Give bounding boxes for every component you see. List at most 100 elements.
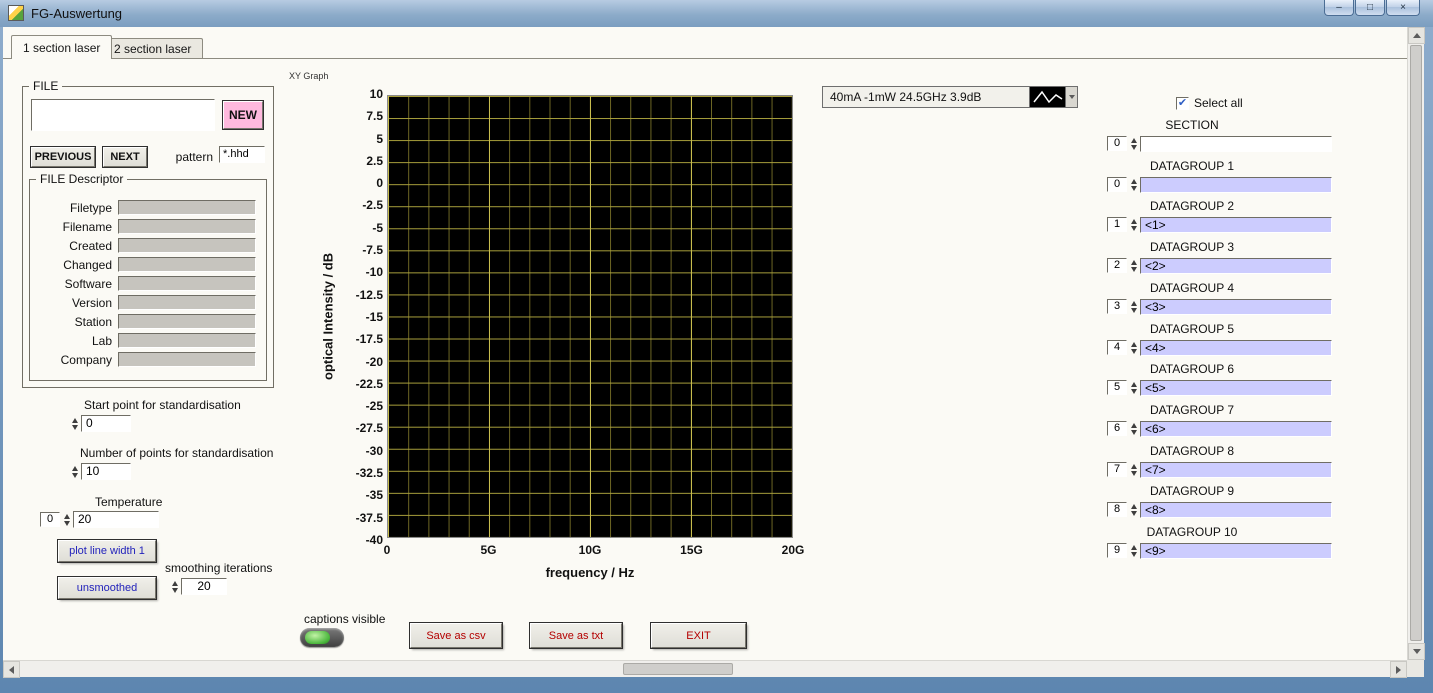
datagroup-field[interactable]: <7> [1140,461,1332,478]
y-tick-label: -27.5 [355,421,383,436]
temperature-value[interactable]: 20 [73,511,159,528]
next-file-button[interactable]: NEXT [103,147,147,167]
minimize-icon: – [1336,1,1342,13]
check-icon: ✔ [1177,97,1188,109]
descriptor-row: Created [38,236,266,255]
descriptor-field-label: Lab [91,333,112,348]
group-index[interactable]: 0 [1107,177,1127,192]
group-spinner[interactable] [1129,341,1138,354]
captions-visible-led[interactable] [300,628,344,647]
tab-divider [3,58,1407,59]
descriptor-field-label: Company [60,352,112,367]
group-spinner[interactable] [1129,137,1138,150]
legend-dropdown-icon[interactable] [1066,86,1078,108]
vertical-scrollbar[interactable] [1407,27,1425,660]
descriptor-field-label: Station [74,314,112,329]
datagroup-field[interactable]: <9> [1140,542,1332,559]
group-spinner[interactable] [1129,463,1138,476]
plot-line-style-icon[interactable] [1030,86,1066,108]
datagroup-field[interactable]: <6> [1140,420,1332,437]
group-index[interactable]: 2 [1107,258,1127,273]
group-index[interactable]: 7 [1107,462,1127,477]
select-all-checkbox[interactable]: ✔ [1176,97,1189,110]
new-file-button[interactable]: NEW [223,101,263,129]
group-spinner[interactable] [1129,422,1138,435]
group-spinner[interactable] [1129,259,1138,272]
group-index[interactable]: 0 [1107,136,1127,151]
x-tick-label: 15G [680,543,703,557]
maximize-icon: □ [1366,1,1374,13]
descriptor-field-value [118,314,256,329]
datagroup-5: DATAGROUP 5 4 <4> [1107,322,1339,356]
group-index[interactable]: 1 [1107,217,1127,232]
y-tick-label: -32.5 [355,466,383,481]
plot-line-width-button[interactable]: plot line width 1 [58,540,156,562]
smoothing-iterations-control: 20 [168,578,227,595]
plot-legend-text[interactable]: 40mA -1mW 24.5GHz 3.9dB [822,86,1030,108]
window-title: FG-Auswertung [31,6,123,21]
smoothing-iterations-value[interactable]: 20 [181,578,227,595]
datagroup-field[interactable]: <8> [1140,501,1332,518]
horizontal-scrollbar[interactable] [3,660,1407,678]
descriptor-field-value [118,333,256,348]
close-button[interactable]: × [1386,0,1420,16]
vertical-scroll-thumb[interactable] [1410,45,1422,641]
exit-button[interactable]: EXIT [651,623,746,648]
descriptor-row: Changed [38,255,266,274]
group-label: DATAGROUP 7 [1149,403,1235,417]
titlebar[interactable]: FG-Auswertung – □ × [0,0,1433,27]
num-points-value[interactable]: 10 [81,463,131,480]
start-point-value[interactable]: 0 [81,415,131,432]
temperature-spinner[interactable] [62,513,71,526]
close-icon: × [1400,1,1406,13]
temperature-index[interactable]: 0 [40,512,60,527]
group-spinner[interactable] [1129,178,1138,191]
file-path-input[interactable] [31,99,215,131]
descriptor-row: Lab [38,331,266,350]
scrollbar-corner [1407,660,1424,677]
descriptor-field-value [118,295,256,310]
scroll-right-button[interactable] [1390,661,1407,678]
datagroup-field[interactable]: <1> [1140,216,1332,233]
group-index[interactable]: 5 [1107,380,1127,395]
maximize-button[interactable]: □ [1355,0,1385,16]
group-label: SECTION [1165,118,1219,132]
group-index[interactable]: 4 [1107,340,1127,355]
group-label: DATAGROUP 9 [1149,484,1235,498]
group-index[interactable]: 6 [1107,421,1127,436]
datagroup-field[interactable] [1140,176,1332,193]
smoothing-spinner[interactable] [170,580,179,593]
pattern-input[interactable]: *.hhd [219,146,265,163]
save-as-csv-button[interactable]: Save as csv [410,623,502,648]
scroll-up-button[interactable] [1408,27,1425,44]
group-spinner[interactable] [1129,544,1138,557]
group-spinner[interactable] [1129,381,1138,394]
section-field[interactable] [1140,135,1332,152]
previous-file-button[interactable]: PREVIOUS [31,147,95,167]
smoothing-iterations-label: smoothing iterations [165,561,273,575]
group-spinner[interactable] [1129,218,1138,231]
group-index[interactable]: 8 [1107,502,1127,517]
datagroup-field[interactable]: <3> [1140,298,1332,315]
datagroup-field[interactable]: <2> [1140,257,1332,274]
plot-legend[interactable]: 40mA -1mW 24.5GHz 3.9dB [822,86,1078,108]
num-points-spinner[interactable] [70,465,79,478]
file-descriptor-label: FILE Descriptor [36,172,128,186]
datagroup-field[interactable]: <4> [1140,339,1332,356]
scroll-left-button[interactable] [3,661,20,678]
tab-1-section-laser[interactable]: 1 section laser [11,35,113,59]
smoothing-toggle-button[interactable]: unsmoothed [58,577,156,599]
horizontal-scroll-thumb[interactable] [623,663,733,675]
group-index[interactable]: 3 [1107,299,1127,314]
datagroup-4: DATAGROUP 4 3 <3> [1107,281,1339,315]
datagroup-field[interactable]: <5> [1140,379,1332,396]
group-spinner[interactable] [1129,503,1138,516]
save-as-txt-button[interactable]: Save as txt [530,623,622,648]
y-tick-label: -15 [365,309,383,324]
scroll-down-button[interactable] [1408,643,1425,660]
tab-2-section-laser[interactable]: 2 section laser [102,38,204,59]
start-point-spinner[interactable] [70,417,79,430]
minimize-button[interactable]: – [1324,0,1354,16]
group-index[interactable]: 9 [1107,543,1127,558]
group-spinner[interactable] [1129,300,1138,313]
